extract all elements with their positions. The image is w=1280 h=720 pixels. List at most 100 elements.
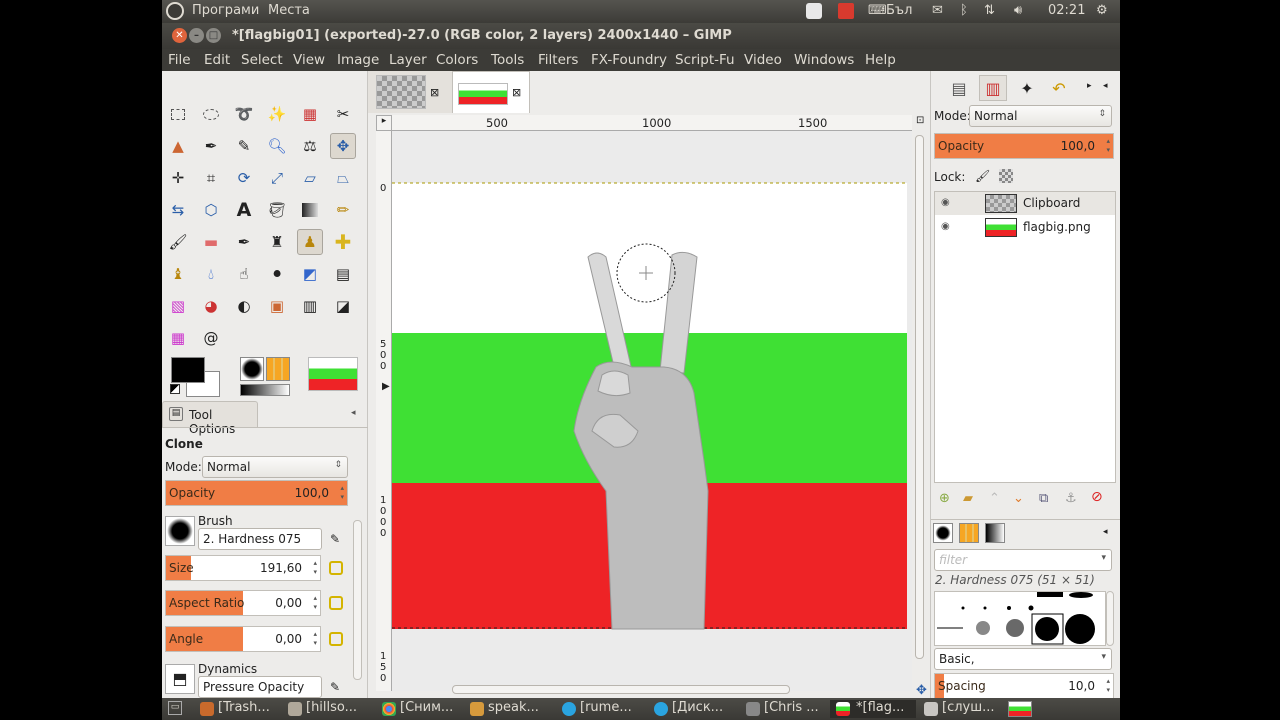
menu-fx-foundry[interactable]: FX-Foundry <box>591 52 667 68</box>
heal-tool-icon[interactable]: ✚ <box>330 229 356 255</box>
taskbar-item[interactable]: [Trash... <box>198 700 270 718</box>
mode-select[interactable]: Normal ⇕ <box>202 456 348 478</box>
layer-row[interactable]: ◉ flagbig.png <box>935 216 1115 239</box>
aspect-reset-icon[interactable] <box>329 596 343 610</box>
aspect-ratio-slider[interactable]: Aspect Ratio 0,00 ▴ ▾ <box>165 590 321 616</box>
menu-image[interactable]: Image <box>337 52 379 68</box>
menu-windows[interactable]: Windows <box>794 52 854 68</box>
spacing-slider[interactable]: Spacing 10,0 ▴ ▾ <box>934 673 1114 699</box>
spiral-tool-icon[interactable]: @ <box>198 325 224 351</box>
crop-tool-icon[interactable]: ⌗ <box>198 165 224 191</box>
free-select-tool-icon[interactable]: ➰ <box>231 101 257 127</box>
lock-alpha-icon[interactable] <box>999 169 1013 183</box>
layer-mode-select[interactable]: Normal ⇕ <box>969 105 1112 127</box>
layer-row[interactable]: ◉ Clipboard <box>935 192 1115 215</box>
move-tool-icon[interactable]: ✥ <box>330 133 356 159</box>
delete-layer-icon[interactable]: ⊘ <box>1091 489 1103 505</box>
histogram-tool-icon[interactable]: ▥ <box>297 293 323 319</box>
text-tool-icon[interactable]: A <box>231 197 257 223</box>
dock-menu-icon[interactable]: ◂ <box>1103 81 1108 91</box>
layer-opacity-slider[interactable]: Opacity 100,0 ▴ ▾ <box>934 133 1114 159</box>
angle-slider[interactable]: Angle 0,00 ▴ ▾ <box>165 626 321 652</box>
zoom-fit-icon[interactable]: ⊡ <box>916 115 924 126</box>
menu-script-fu[interactable]: Script-Fu <box>675 52 735 68</box>
volume-icon[interactable]: 🔊︎ <box>1014 3 1022 18</box>
opacity-slider[interactable]: Opacity 100,0 ▴ ▾ <box>165 480 348 506</box>
image-tab-clipboard[interactable] <box>376 75 426 109</box>
select-by-color-tool-icon[interactable]: ▦ <box>297 101 323 127</box>
threshold-tool-icon[interactable]: ◐ <box>231 293 257 319</box>
maximize-window-icon[interactable]: □ <box>206 28 221 43</box>
layers-list[interactable]: ◉ Clipboard ◉ flagbig.png <box>934 191 1116 483</box>
clock[interactable]: 02:21 <box>1048 3 1085 18</box>
foreground-select-tool-icon[interactable]: ▲ <box>165 133 191 159</box>
color-picker-tool-icon[interactable]: ✎ <box>231 133 257 159</box>
anchor-layer-icon[interactable]: ⚓ <box>1065 491 1077 506</box>
vertical-scrollbar[interactable] <box>914 131 926 671</box>
reset-colors-icon[interactable] <box>170 384 180 394</box>
colorize-tool-icon[interactable]: ▣ <box>264 293 290 319</box>
menu-filters[interactable]: Filters <box>538 52 578 68</box>
dynamics-field[interactable]: Pressure Opacity <box>198 676 322 698</box>
size-reset-icon[interactable] <box>329 561 343 575</box>
paths-tab-icon[interactable]: ✦ <box>1013 75 1041 101</box>
menu-colors[interactable]: Colors <box>436 52 478 68</box>
align-tool-icon[interactable]: ✛ <box>165 165 191 191</box>
menu-file[interactable]: File <box>168 52 191 68</box>
brush-grid-scrollbar[interactable] <box>1106 591 1114 646</box>
taskbar-item[interactable]: [слуш... <box>922 700 995 718</box>
scissors-select-tool-icon[interactable]: ✂ <box>330 101 356 127</box>
fuzzy-select-tool-icon[interactable]: ✨ <box>264 101 290 127</box>
cage-transform-tool-icon[interactable]: ⬡ <box>198 197 224 223</box>
layers-tab-icon[interactable]: ▤ <box>945 75 973 101</box>
bluetooth-icon[interactable]: ᛒ <box>960 3 968 18</box>
undo-history-tab-icon[interactable]: ↶ <box>1045 75 1073 101</box>
color-balance-tool-icon[interactable]: ◕ <box>198 293 224 319</box>
layer-name[interactable]: flagbig.png <box>1023 220 1091 234</box>
tool-options-tab[interactable]: ▤ Tool Options <box>162 401 258 436</box>
close-window-icon[interactable]: ✕ <box>172 28 187 43</box>
brushes-dock-menu-icon[interactable]: ◂ <box>1103 527 1108 537</box>
blur-tool-icon[interactable]: 💧︎ <box>198 261 224 287</box>
pencil-tool-icon[interactable]: ✏ <box>330 197 356 223</box>
paths-tool-icon[interactable]: ✒ <box>198 133 224 159</box>
foreground-color-swatch[interactable] <box>171 357 205 383</box>
quick-mask-menu-icon[interactable]: ▸ <box>376 115 392 131</box>
smudge-tool-icon[interactable]: ☝ <box>231 261 257 287</box>
image-canvas[interactable] <box>392 131 912 691</box>
menu-help[interactable]: Help <box>865 52 896 68</box>
brush-preset-select[interactable]: Basic, ▾ <box>934 648 1112 670</box>
rotate-tool-icon[interactable]: ⟳ <box>231 165 257 191</box>
taskbar-item[interactable]: [Chris ... <box>744 700 819 718</box>
layer-name[interactable]: Clipboard <box>1023 196 1080 210</box>
notification-icon[interactable] <box>806 3 822 19</box>
levels-tool-icon[interactable]: ◩ <box>297 261 323 287</box>
eraser-tool-icon[interactable]: ▬ <box>198 229 224 255</box>
perspective-tool-icon[interactable]: ⏢ <box>330 165 356 191</box>
patterns-tab-icon[interactable] <box>959 523 979 543</box>
angle-reset-icon[interactable] <box>329 632 343 646</box>
duplicate-layer-icon[interactable]: ⧉ <box>1039 491 1048 506</box>
settings-gear-icon[interactable]: ⚙ <box>1096 3 1108 18</box>
close-tab-icon[interactable]: ⊠ <box>430 86 439 99</box>
horizontal-scrollbar[interactable] <box>392 685 912 695</box>
paintbrush-tool-icon[interactable]: 🖌︎ <box>165 229 191 255</box>
color-curves-tool-icon[interactable]: ▦ <box>165 325 191 351</box>
shear-tool-icon[interactable]: ▱ <box>297 165 323 191</box>
bucket-fill-tool-icon[interactable]: 🪣︎ <box>264 197 290 223</box>
menu-view[interactable]: View <box>293 52 325 68</box>
gradients-tab-icon[interactable] <box>985 523 1005 543</box>
active-gradient-icon[interactable] <box>240 384 290 396</box>
new-layer-group-icon[interactable]: ▰ <box>963 491 973 506</box>
perspective-clone-tool-icon[interactable]: ♝ <box>165 261 191 287</box>
blend-tool-icon[interactable] <box>297 197 323 223</box>
tool-options-scrollbar[interactable] <box>353 520 362 680</box>
menu-layer[interactable]: Layer <box>389 52 427 68</box>
places-menu[interactable]: Места <box>268 3 310 18</box>
visibility-eye-icon[interactable]: ◉ <box>941 221 950 232</box>
size-slider[interactable]: Size 191,60 ▴ ▾ <box>165 555 321 581</box>
brush-preview-icon[interactable] <box>165 516 195 546</box>
channels-tab-icon[interactable]: ▥ <box>979 75 1007 101</box>
keyboard-icon[interactable]: ⌨ <box>868 3 887 18</box>
taskbar-item[interactable]: [rume... <box>560 700 632 718</box>
